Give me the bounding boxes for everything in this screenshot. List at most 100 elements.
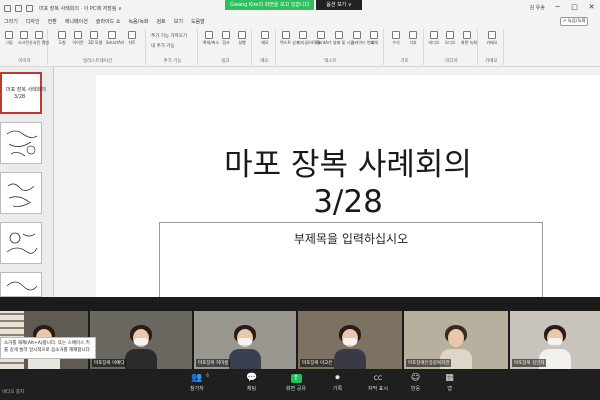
equation-button[interactable]: 수식 <box>390 31 402 46</box>
photo-album-button[interactable]: 사진 앨범 <box>33 31 49 46</box>
close-icon[interactable]: ✕ <box>587 3 596 12</box>
view-options-button[interactable]: 옵션 보기 ∨ <box>316 0 362 10</box>
participants-button[interactable]: 👥 6 참가자 <box>190 373 209 392</box>
ribbon-group-label: 일러스트레이션 <box>83 59 112 64</box>
menu-bar: 그리기 디자인 전환 애니메이션 슬라이드 쇼 녹음/녹화 검토 보기 도움말 … <box>0 16 600 27</box>
shirt <box>334 349 366 369</box>
get-addins-button[interactable]: 추가 기능 가져오기 <box>151 33 187 39</box>
slide-title[interactable]: 마포 장복 사례회의 3/28 <box>96 147 600 221</box>
undo-icon[interactable] <box>15 4 22 12</box>
zoom-icon <box>205 31 213 39</box>
ribbon-group-links: 확대/축소 링크 실행 링크 <box>200 29 252 65</box>
record-share-button[interactable]: ↗ 녹음/녹화 <box>560 17 588 26</box>
date-time-button[interactable]: 날짜 및 시간 <box>333 31 354 46</box>
icons-button[interactable]: 아이콘 <box>72 31 84 46</box>
record-label: 기록 <box>332 386 343 392</box>
reactions-button[interactable]: ☺ 반응 <box>410 373 421 393</box>
omega-icon <box>409 31 417 39</box>
chat-icon: 💬 <box>246 373 258 383</box>
save-icon[interactable] <box>4 4 11 12</box>
participant-tile[interactable]: 마포장복 김민지 <box>510 311 600 369</box>
chat-button[interactable]: 💬 채팅 <box>246 373 258 393</box>
participant-count: 6 <box>206 373 209 378</box>
object-button[interactable]: 개체 <box>368 31 380 46</box>
participant-person <box>122 323 160 369</box>
video-button[interactable]: 비디오 <box>428 31 440 46</box>
menu-item-design[interactable]: 디자인 <box>26 18 40 25</box>
minimize-icon[interactable]: ─ <box>553 3 562 12</box>
participant-tile[interactable]: 마포장애인종합복지관 <box>404 311 508 369</box>
ribbon-group-cameo: 카메오 카메오 <box>480 29 504 65</box>
participant-tile[interactable]: 마포장복 이고은 <box>298 311 402 369</box>
audio-button[interactable]: 오디오 <box>444 31 456 46</box>
link-button[interactable]: 링크 <box>220 31 232 46</box>
header-footer-button[interactable]: 머리글/바닥글 <box>297 31 320 46</box>
redo-icon[interactable] <box>26 4 33 12</box>
participant-tile[interactable]: 마포장복 허미름 <box>194 311 296 369</box>
screen-recording-button[interactable]: 화면 녹화 <box>461 31 477 46</box>
slide-number-icon <box>353 31 361 39</box>
share-status-text: Gwang Kim의 화면을 보고 있습니다 <box>225 0 315 10</box>
menu-item-help[interactable]: 도움말 <box>191 18 205 25</box>
closed-caption-button[interactable]: CC 자막 표시 <box>368 374 388 392</box>
cameo-button[interactable]: 카메오 <box>486 31 498 46</box>
apps-label: 앱 <box>447 386 452 392</box>
pi-icon <box>392 31 400 39</box>
menu-item-transitions[interactable]: 전환 <box>48 18 57 25</box>
participant-person <box>226 323 264 369</box>
smartart-button[interactable]: SmartArt <box>106 31 124 45</box>
unmute-tooltip: 소거를 해제(Alt+A)합니다. 또는 스페이스 키를 길게 눌러 일시적으로… <box>0 337 96 359</box>
smartart-icon <box>108 31 116 39</box>
subtitle-placeholder-box[interactable]: 부제목을 입력하십시오 <box>159 222 543 304</box>
menu-item-record[interactable]: 녹음/녹화 <box>128 18 148 25</box>
cube-icon <box>90 31 98 39</box>
text-box-button[interactable]: 텍스트 상자 <box>280 31 300 46</box>
chart-button[interactable]: 차트 <box>126 31 138 46</box>
stop-video-button[interactable]: 비디오 중지 <box>2 389 24 395</box>
shirt <box>229 349 261 369</box>
apps-button[interactable]: ▦ 앱 <box>444 374 455 393</box>
slide-thumbnail-5[interactable] <box>0 272 42 297</box>
record-button[interactable]: ⏺ 기록 <box>332 373 343 393</box>
current-slide[interactable]: 마포 장복 사례회의 3/28 부제목을 입력하십시오 <box>96 75 600 305</box>
slide-editor: 마포 장복 사례회의 3/28 부제목을 입력하십시오 <box>54 67 600 305</box>
symbol-button[interactable]: 기호 <box>407 31 419 46</box>
3d-models-button[interactable]: 3D 모델 <box>88 31 102 46</box>
ribbon-group-addins: 추가 기능 가져오기 내 추가 기능 추가 기능 <box>148 29 198 65</box>
menu-item-review[interactable]: 검토 <box>157 18 166 25</box>
album-icon <box>35 31 43 39</box>
share-screen-button[interactable]: ↑ 화면 공유 <box>286 374 306 392</box>
comment-button[interactable]: 메모 <box>259 31 271 46</box>
slide-thumbnail-4[interactable] <box>0 222 42 264</box>
slide-thumbnail-1[interactable]: 마포 장복 사례회의 3/28 <box>0 72 46 114</box>
menu-item-animations[interactable]: 애니메이션 <box>65 18 88 25</box>
action-button[interactable]: 실행 <box>236 31 248 46</box>
slide-number-button[interactable]: 슬라이드 번호 <box>351 31 374 46</box>
slide-thumbnail-3[interactable] <box>0 172 42 214</box>
user-name[interactable]: 김 유송 <box>530 4 545 11</box>
header-footer-icon <box>299 31 307 39</box>
text-box-icon <box>282 31 290 39</box>
record-icon: ⏺ <box>335 373 340 383</box>
screenshot-icon <box>20 31 28 39</box>
screenshot-button[interactable]: 스크린샷 <box>18 31 33 46</box>
slide-thumbnail-2[interactable] <box>0 122 42 164</box>
my-addins-button[interactable]: 내 추가 기능 <box>151 43 175 49</box>
menu-item-slideshow[interactable]: 슬라이드 쇼 <box>96 18 121 25</box>
insert-picture-button[interactable]: 그림 <box>3 31 15 46</box>
participant-tile[interactable]: 마포장복 이예다 <box>90 311 192 369</box>
ribbon-group-label: 텍스트 <box>324 59 337 64</box>
slide-title-line-1: 마포 장복 사례회의 <box>224 147 472 183</box>
menu-item-view[interactable]: 보기 <box>174 18 183 25</box>
slide-title-line-2: 3/28 <box>313 184 383 220</box>
participant-name: 마포장복 김민지 <box>512 359 547 367</box>
reactions-icon: ☺ <box>410 373 421 383</box>
shapes-button[interactable]: 도형 <box>56 31 68 46</box>
document-title[interactable]: 마포 장복 사례회의 · 이 PC에 저장됨 ∨ <box>39 5 122 12</box>
zoom-button[interactable]: 확대/축소 <box>203 31 219 46</box>
participant-person <box>331 323 369 369</box>
ribbon-group-label: 링크 <box>221 59 230 64</box>
maximize-icon[interactable]: □ <box>570 3 579 12</box>
wordart-button[interactable]: WordArt <box>315 31 331 45</box>
menu-item-draw[interactable]: 그리기 <box>4 18 18 25</box>
